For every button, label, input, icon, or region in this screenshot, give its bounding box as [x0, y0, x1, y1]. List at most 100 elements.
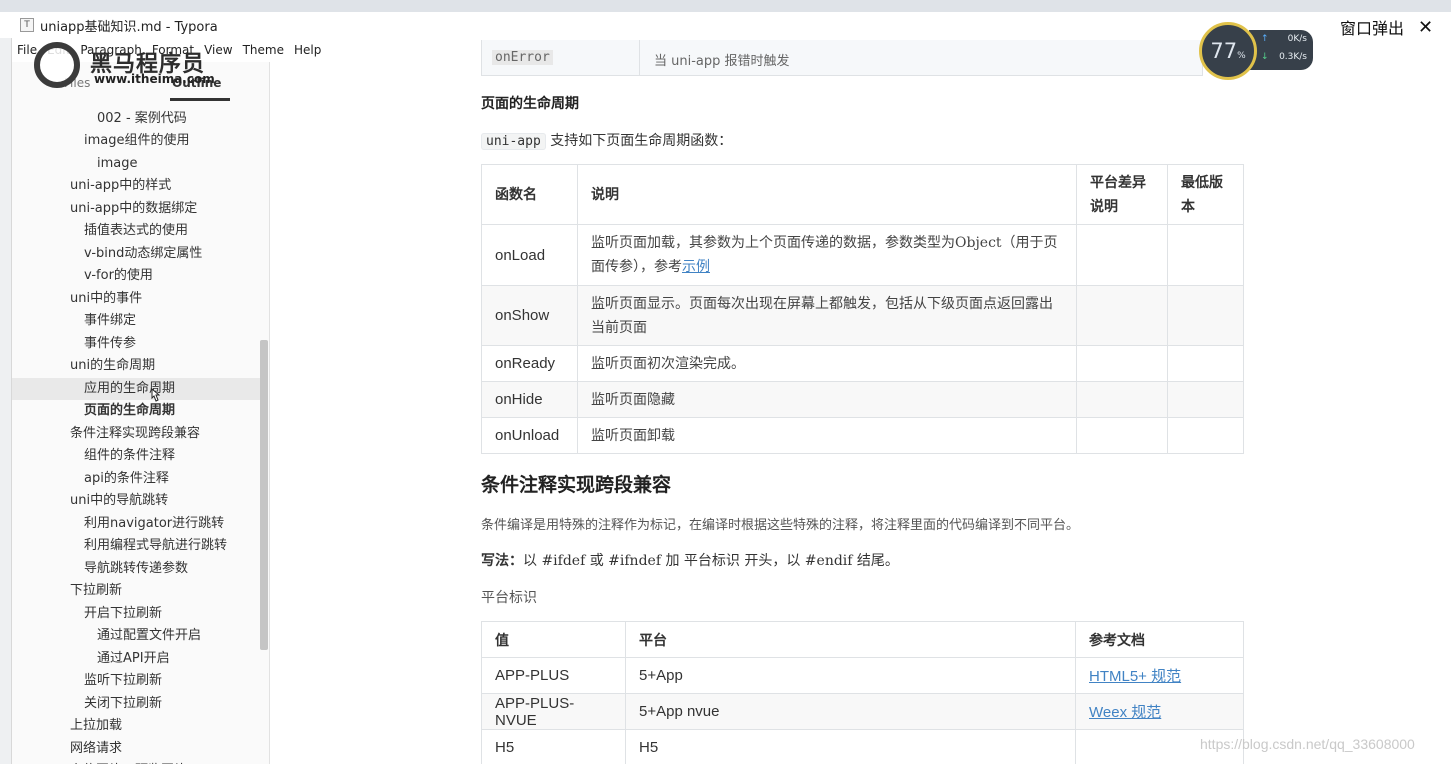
- weex-spec-link[interactable]: Weex 规范: [1089, 704, 1161, 721]
- outline-item[interactable]: 导航跳转传递参数: [12, 558, 260, 580]
- outline-item[interactable]: 利用编程式导航进行跳转: [12, 535, 260, 557]
- outline-item[interactable]: 网络请求: [12, 738, 260, 760]
- col-header-value: 值: [481, 621, 626, 658]
- outline-item[interactable]: 关闭下拉刷新: [12, 693, 260, 715]
- html5-spec-link[interactable]: HTML5+ 规范: [1089, 668, 1181, 685]
- editor-content[interactable]: onError 当 uni-app 报错时触发 页面的生命周期 uni-app …: [271, 38, 1451, 764]
- table-cell: onError: [482, 40, 640, 76]
- table-row: APP-PLUS 5+App HTML5+ 规范: [481, 657, 1244, 694]
- usage-gauge: 77%: [1199, 22, 1257, 80]
- typora-app-icon: T: [20, 18, 34, 32]
- table-cell-value: APP-PLUS: [481, 657, 626, 694]
- outline-item[interactable]: 插值表达式的使用: [12, 220, 260, 242]
- outline-item[interactable]: uni-app中的样式: [12, 175, 260, 197]
- col-header-platform: 平台: [625, 621, 1076, 658]
- outline-item[interactable]: 事件传参: [12, 333, 260, 355]
- table-cell: [1167, 224, 1244, 286]
- csdn-watermark: https://blog.csdn.net/qq_33608000: [1200, 736, 1415, 752]
- table-cell-platform: 5+App: [625, 657, 1076, 694]
- table-cell: [1076, 381, 1168, 418]
- close-icon[interactable]: ✕: [1418, 17, 1433, 38]
- table-cell: [1167, 345, 1244, 382]
- outline-item[interactable]: v-bind动态绑定属性: [12, 243, 260, 265]
- table-cell-doc: HTML5+ 规范: [1075, 657, 1244, 694]
- outline-item[interactable]: v-for的使用: [12, 265, 260, 287]
- window-title: uniapp基础知识.md - Typora: [40, 19, 218, 35]
- outline-item[interactable]: 上传图片、预览图片: [12, 760, 260, 764]
- col-header-fn: 函数名: [481, 164, 578, 225]
- table-cell-doc: Weex 规范: [1075, 693, 1244, 730]
- table-cell: [1076, 417, 1168, 454]
- table-row: onLoad 监听页面加载，其参数为上个页面传递的数据，参数类型为Object（…: [481, 224, 1244, 286]
- table-cell-platform: H5: [625, 729, 1076, 764]
- platform-label: 平台标识: [481, 590, 537, 606]
- outline-item[interactable]: 组件的条件注释: [12, 445, 260, 467]
- download-row: ↓ 0.3K/s: [1261, 48, 1313, 66]
- table-row: onError 当 uni-app 报错时触发: [481, 40, 1203, 76]
- outline-item[interactable]: 通过API开启: [12, 648, 260, 670]
- example-link[interactable]: 示例: [682, 259, 710, 275]
- outline-item[interactable]: 应用的生命周期: [12, 378, 260, 400]
- outline-item[interactable]: 页面的生命周期: [12, 400, 260, 422]
- col-header-desc: 说明: [577, 164, 1077, 225]
- outline-item[interactable]: 下拉刷新: [12, 580, 260, 602]
- popout-button[interactable]: 窗口弹出: [1340, 15, 1404, 39]
- popout-bar: 窗口弹出 ✕: [1330, 12, 1451, 42]
- syntax-label: 写法：: [481, 553, 523, 569]
- lifecycle-intro: uni-app 支持如下页面生命周期函数：: [481, 130, 732, 150]
- browser-tab-strip: [0, 0, 1451, 12]
- outline-item[interactable]: 上拉加载: [12, 715, 260, 737]
- table-cell-desc: 监听页面卸载: [577, 417, 1077, 454]
- lifecycle-table: 函数名 说明 平台差异说明 最低版本 onLoad 监听页面加载，其参数为上个页…: [481, 164, 1244, 454]
- usage-percent: 77: [1210, 39, 1238, 63]
- table-cell-value: H5: [481, 729, 626, 764]
- table-row: onHide 监听页面隐藏: [481, 381, 1244, 418]
- outline-item[interactable]: 002 - 案例代码: [12, 108, 260, 130]
- speed-readout: ↑ 0K/s ↓ 0.3K/s: [1249, 30, 1313, 70]
- col-header-version: 最低版本: [1167, 164, 1244, 225]
- outline-item[interactable]: image组件的使用: [12, 130, 260, 152]
- inline-code: onError: [492, 50, 553, 65]
- table-row: H5 H5: [481, 729, 1244, 764]
- col-header-doc: 参考文档: [1075, 621, 1244, 658]
- outline-item[interactable]: 条件注释实现跨段兼容: [12, 423, 260, 445]
- table-cell-fn: onHide: [481, 381, 578, 418]
- heading-page-lifecycle: 页面的生命周期: [481, 96, 579, 112]
- download-speed: 0.3K/s: [1279, 52, 1307, 62]
- table-cell-fn: onLoad: [481, 224, 578, 286]
- outline-item[interactable]: uni-app中的数据绑定: [12, 198, 260, 220]
- download-arrow-icon: ↓: [1261, 52, 1269, 62]
- outline-item[interactable]: 事件绑定: [12, 310, 260, 332]
- usage-unit: %: [1237, 51, 1246, 61]
- table-cell-fn: onShow: [481, 285, 578, 346]
- outline-item[interactable]: uni的生命周期: [12, 355, 260, 377]
- table-cell: [1167, 381, 1244, 418]
- outline-item[interactable]: api的条件注释: [12, 468, 260, 490]
- network-speed-widget[interactable]: ↑ 0K/s ↓ 0.3K/s 77%: [1199, 22, 1315, 80]
- heading-conditional-comments: 条件注释实现跨段兼容: [481, 474, 672, 496]
- table-cell-fn: onReady: [481, 345, 578, 382]
- table-cell-desc: 监听页面隐藏: [577, 381, 1077, 418]
- table-cell: [1167, 285, 1244, 346]
- table-cell: [1167, 417, 1244, 454]
- outline-item[interactable]: 开启下拉刷新: [12, 603, 260, 625]
- outline-item[interactable]: image: [12, 153, 260, 175]
- tab-outline-indicator: [170, 98, 230, 101]
- table-cell-desc: 监听页面初次渲染完成。: [577, 345, 1077, 382]
- logo-url: www.itheima.com: [94, 72, 215, 86]
- outline-item[interactable]: 通过配置文件开启: [12, 625, 260, 647]
- outline-item[interactable]: uni中的导航跳转: [12, 490, 260, 512]
- sidebar-scrollbar[interactable]: [260, 340, 268, 650]
- table-cell-desc: 监听页面显示。页面每次出现在屏幕上都触发，包括从下级页面点返回露出当前页面: [577, 285, 1077, 346]
- table-cell-platform: 5+App nvue: [625, 693, 1076, 730]
- intro-text: 支持如下页面生命周期函数：: [550, 133, 733, 149]
- table-row: onReady 监听页面初次渲染完成。: [481, 345, 1244, 382]
- outline-item[interactable]: 监听下拉刷新: [12, 670, 260, 692]
- outline-item[interactable]: uni中的事件: [12, 288, 260, 310]
- table-header-row: 函数名 说明 平台差异说明 最低版本: [481, 164, 1244, 225]
- outline-item[interactable]: 利用navigator进行跳转: [12, 513, 260, 535]
- conditional-text: 条件编译是用特殊的注释作为标记，在编译时根据这些特殊的注释，将注释里面的代码编译…: [481, 518, 1080, 533]
- left-edge-panel: [0, 38, 12, 764]
- syntax-text: 以 #ifdef 或 #ifndef 加 平台标识 开头，以 #endif 结尾…: [523, 553, 899, 569]
- upload-speed: 0K/s: [1287, 34, 1307, 44]
